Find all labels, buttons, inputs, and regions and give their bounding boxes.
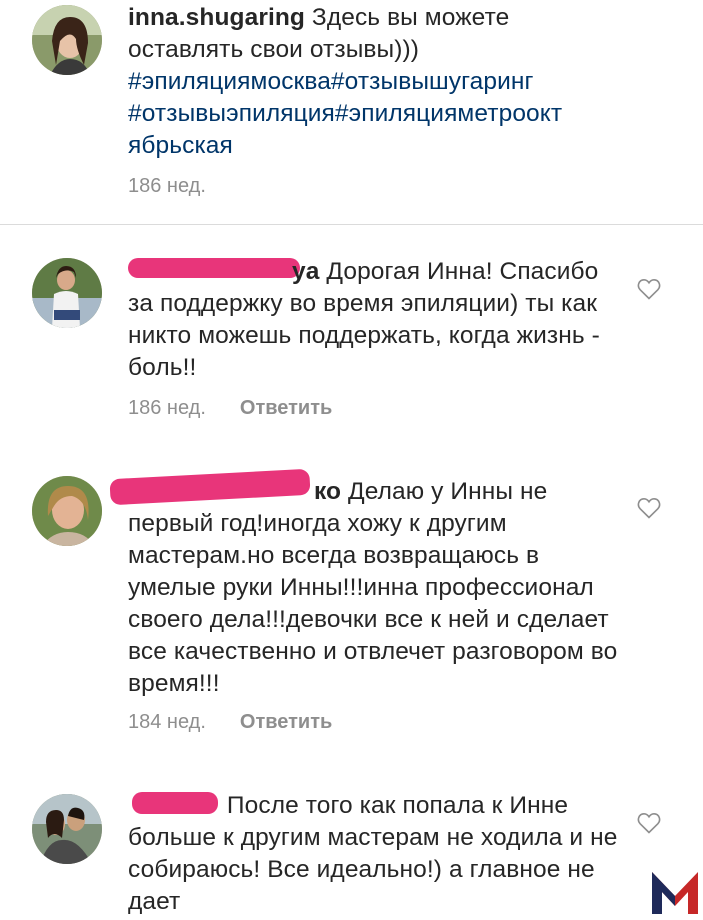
comment-message: После того как попала к Инне больше к др… xyxy=(128,792,618,915)
avatar-image xyxy=(32,476,102,546)
comment-message: Делаю у Инны не первый год!иногда хожу к… xyxy=(128,478,618,697)
comment-time: 184 нед. xyxy=(128,711,206,733)
comment-text: После того как попала к Инне больше к др… xyxy=(128,790,628,918)
caption-text: inna.shugaring Здесь вы можете оставлять… xyxy=(128,2,628,162)
avatar-image xyxy=(32,794,102,864)
avatar[interactable] xyxy=(32,476,102,546)
avatar-image xyxy=(32,5,102,75)
divider xyxy=(0,224,703,225)
heart-icon[interactable] xyxy=(637,497,661,519)
comment-meta: 186 нед. Ответить xyxy=(128,397,332,420)
comment-meta: 184 нед. Ответить xyxy=(128,711,332,734)
comment-text: ya Дорогая Инна! Спасибо за поддержку во… xyxy=(128,256,628,384)
avatar[interactable] xyxy=(32,258,102,328)
caption-hashtags[interactable]: #эпиляциямосква#отзывышугаринг #отзывыэп… xyxy=(128,68,562,159)
avatar-image xyxy=(32,258,102,328)
avatar[interactable] xyxy=(32,5,102,75)
caption-time: 186 нед. xyxy=(128,175,206,197)
caption-username[interactable]: inna.shugaring xyxy=(128,4,305,31)
comment-username[interactable]: ya xyxy=(292,258,319,285)
comment-time: 186 нед. xyxy=(128,397,206,419)
reply-button[interactable]: Ответить xyxy=(240,397,332,419)
comment-text: ко Делаю у Инны не первый год!иногда хож… xyxy=(128,476,628,700)
avatar[interactable] xyxy=(32,794,102,864)
heart-icon[interactable] xyxy=(637,812,661,834)
caption-meta: 186 нед. xyxy=(128,175,206,198)
m-logo-icon xyxy=(652,872,698,914)
comment-username[interactable]: ко xyxy=(314,478,341,505)
reply-button[interactable]: Ответить xyxy=(240,711,332,733)
comment-message: Дорогая Инна! Спасибо за поддержку во вр… xyxy=(128,258,600,381)
heart-icon[interactable] xyxy=(637,278,661,300)
